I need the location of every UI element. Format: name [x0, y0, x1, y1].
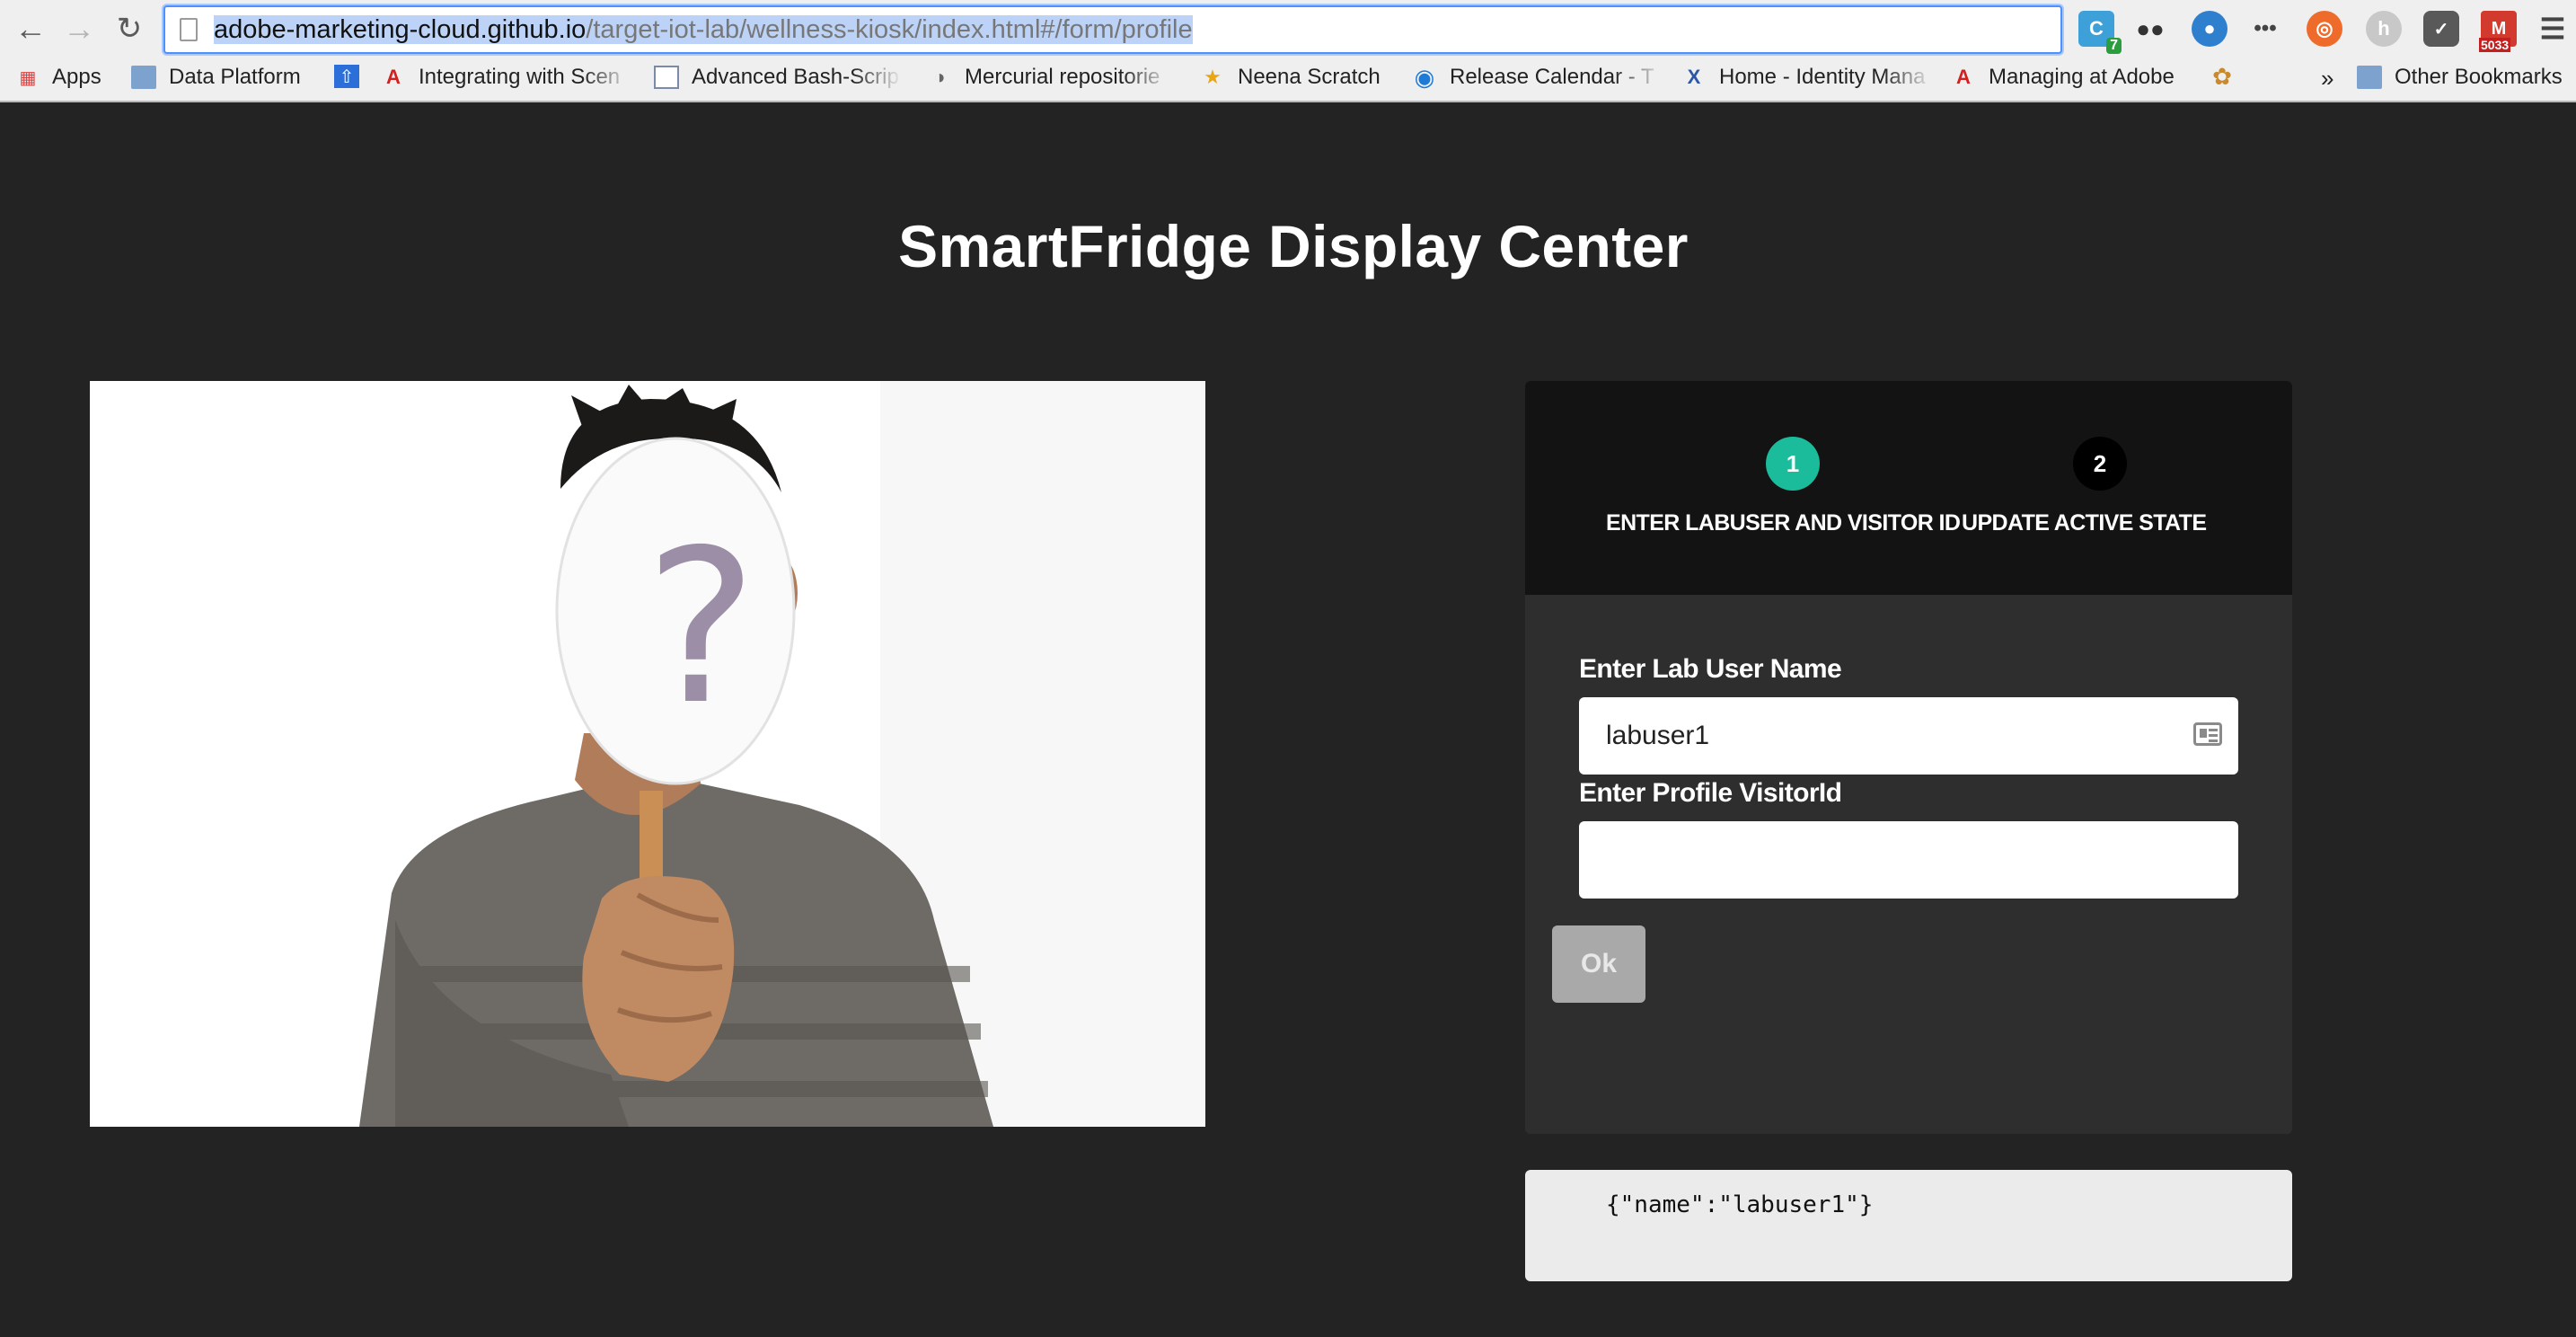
calendar-icon: ◉: [1414, 65, 1435, 90]
bookmarks-bar: ▦ Apps Data Platform ⇧ A Integrating wit…: [0, 59, 2576, 99]
up-arrow-icon: ⇧: [334, 65, 359, 88]
folder-icon: [131, 66, 156, 89]
extension-badge: 7: [2106, 38, 2122, 54]
folder-icon: [2357, 66, 2382, 89]
profile-visitor-id-input[interactable]: [1579, 821, 2238, 899]
hypothesis-icon[interactable]: h: [2366, 11, 2402, 47]
dots-extension-icon[interactable]: •••: [2247, 11, 2283, 47]
apps-grid-icon: ▦: [19, 67, 37, 88]
mercurial-icon: ◑: [933, 66, 946, 88]
adobe-icon: A: [1956, 66, 1971, 88]
bookmark-integrating-with-scene[interactable]: A Integrating with Scen: [381, 65, 632, 90]
bookmark-home-identity[interactable]: X Home - Identity Mana: [1681, 65, 1933, 90]
page-title: SmartFridge Display Center: [898, 213, 1689, 279]
menu-icon[interactable]: ☰: [2535, 11, 2571, 47]
ok-button[interactable]: Ok: [1552, 925, 1645, 1003]
address-bar[interactable]: adobe-marketing-cloud.github.io/target-i…: [163, 5, 2062, 54]
cookie-icon: ✿: [2212, 65, 2232, 88]
browser-chrome: ← → ↻ adobe-marketing-cloud.github.io/ta…: [0, 0, 2576, 102]
scratch-icon: ★: [1204, 66, 1222, 88]
profile-visitor-id-field-wrapper: [1579, 821, 2238, 899]
url-text[interactable]: adobe-marketing-cloud.github.io/target-i…: [214, 14, 1193, 45]
person-with-question-mask-image: ?: [90, 381, 1205, 1127]
forward-arrow-icon[interactable]: →: [56, 7, 102, 50]
bookmark-cookie[interactable]: ✿: [2210, 65, 2247, 88]
bookmark-other-bookmarks[interactable]: Other Bookmarks: [2357, 65, 2563, 90]
json-output-box: {"name":"labuser1"}: [1525, 1170, 2292, 1281]
wizard-steps: 1 ENTER LABUSER AND VISITOR ID 2 UPDATE …: [1525, 381, 2292, 595]
lab-user-name-label: Enter Lab User Name: [1579, 654, 1842, 684]
step-2-indicator[interactable]: 2: [2073, 437, 2127, 491]
lifebuoy-icon[interactable]: ◎: [2307, 11, 2342, 47]
pocket-icon[interactable]: ✓: [2423, 11, 2459, 47]
bookmark-mercurial[interactable]: ◑ Mercurial repositorie: [927, 65, 1171, 90]
svg-text:?: ?: [645, 504, 757, 751]
reload-icon[interactable]: ↻: [106, 7, 153, 50]
bookmark-advanced-bash[interactable]: Advanced Bash-Scrip: [654, 65, 902, 90]
step-1-indicator[interactable]: 1: [1766, 437, 1820, 491]
incognito-mask-icon[interactable]: ●●: [2132, 11, 2168, 47]
bookmarks-overflow-icon[interactable]: »: [2321, 65, 2333, 93]
step-2-label[interactable]: UPDATE ACTIVE STATE: [1962, 510, 2207, 536]
profile-visitor-id-label: Enter Profile VisitorId: [1579, 778, 1842, 808]
step-1-label[interactable]: ENTER LABUSER AND VISITOR ID: [1606, 510, 1961, 536]
lab-user-name-input[interactable]: [1579, 697, 2238, 775]
bookmark-arrow[interactable]: ⇧: [334, 65, 372, 88]
grammar-extension-icon[interactable]: C 7: [2078, 11, 2122, 54]
document-icon: [654, 66, 679, 89]
adobe-icon: A: [386, 66, 401, 88]
bookmark-apps[interactable]: ▦ Apps: [14, 65, 101, 90]
gmail-badge: 5033: [2479, 38, 2511, 52]
json-output-text: {"name":"labuser1"}: [1606, 1191, 1874, 1218]
gmail-icon[interactable]: M 5033: [2479, 11, 2517, 52]
contact-card-icon[interactable]: [2193, 722, 2222, 746]
anonymous-profile-photo: ?: [90, 381, 1205, 1127]
globe-icon[interactable]: ●: [2192, 11, 2228, 47]
bookmark-release-calendar[interactable]: ◉ Release Calendar - T: [1412, 65, 1663, 90]
bookmark-managing-at-adobe[interactable]: A Managing at Adobe: [1951, 65, 2175, 90]
profile-wizard-panel: 1 ENTER LABUSER AND VISITOR ID 2 UPDATE …: [1525, 381, 2292, 1134]
back-arrow-icon[interactable]: ←: [7, 7, 54, 50]
bookmark-data-platform[interactable]: Data Platform: [131, 65, 301, 90]
bookmark-neena-scratch[interactable]: ★ Neena Scratch: [1200, 65, 1381, 90]
page-icon: [180, 18, 198, 41]
confluence-icon: X: [1687, 66, 1701, 88]
lab-user-name-field-wrapper: [1579, 697, 2238, 775]
